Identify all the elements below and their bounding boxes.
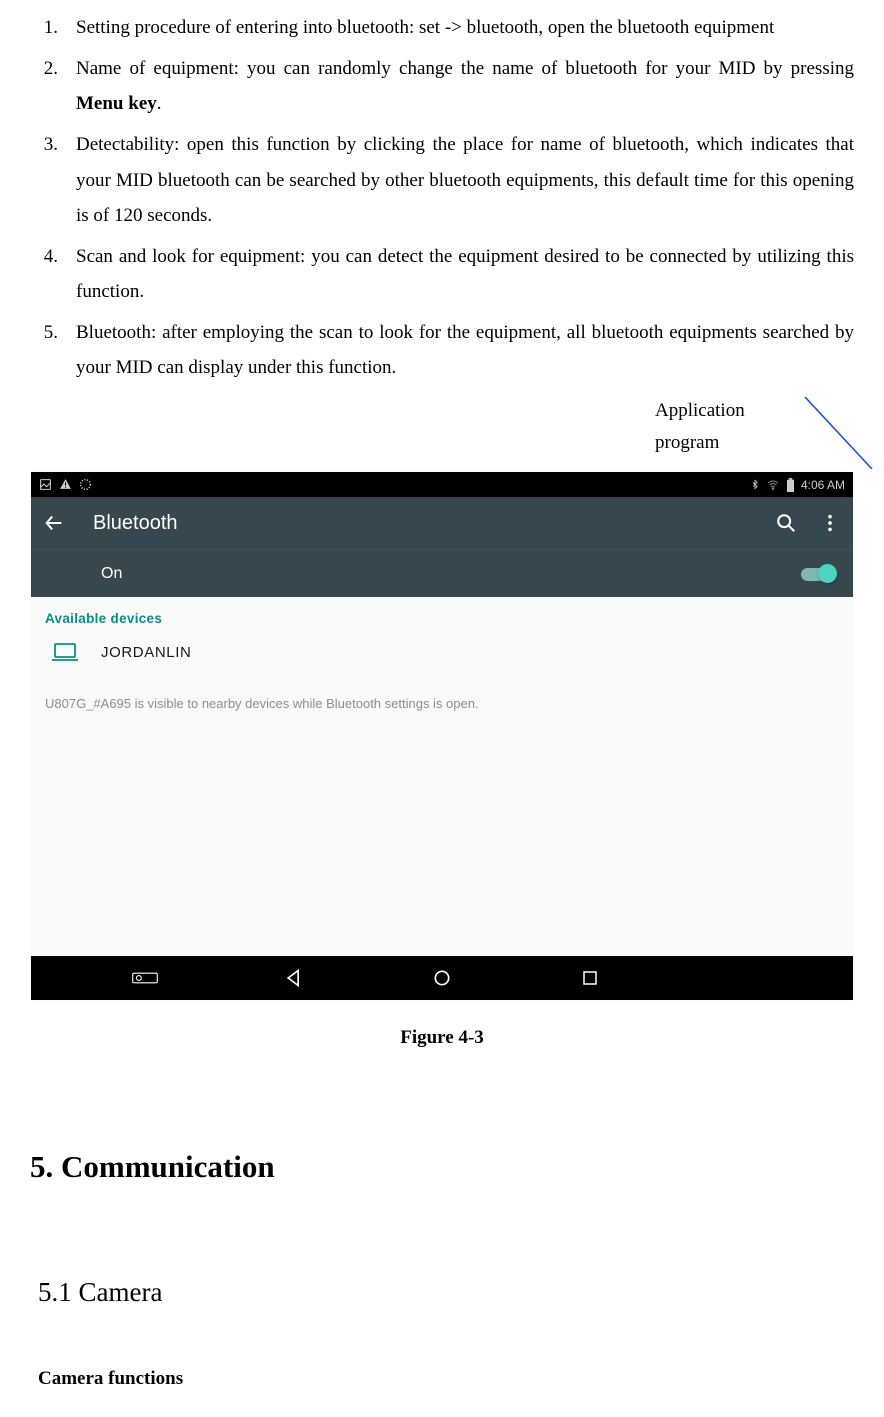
overflow-menu-icon[interactable] (819, 512, 841, 534)
list-item: 1. Setting procedure of entering into bl… (30, 10, 854, 45)
instruction-list: 1. Setting procedure of entering into bl… (30, 0, 854, 385)
bluetooth-small-icon (750, 478, 760, 491)
list-item: 5. Bluetooth: after employing the scan t… (30, 315, 854, 385)
bluetooth-screenshot: 4:06 AM Bluetooth On Available devices J… (30, 471, 854, 1001)
callout-text-line: program (655, 427, 745, 458)
visibility-info-text: U807G_#A695 is visible to nearby devices… (31, 676, 853, 731)
laptop-icon (51, 642, 79, 662)
list-number: 4. (36, 239, 76, 309)
list-text: Bluetooth: after employing the scan to l… (76, 315, 854, 385)
device-row[interactable]: JORDANLIN (31, 636, 853, 676)
list-number: 3. (36, 127, 76, 232)
text-part: . (157, 93, 162, 114)
settings-small-icon (79, 478, 92, 491)
list-item: 4. Scan and look for equipment: you can … (30, 239, 854, 309)
warning-icon (59, 478, 72, 491)
status-right: 4:06 AM (750, 478, 845, 492)
toolbar-title: Bluetooth (93, 512, 753, 535)
heading-camera-functions: Camera functions (38, 1368, 854, 1390)
list-text: Setting procedure of entering into bluet… (76, 10, 854, 45)
list-item: 3. Detectability: open this function by … (30, 127, 854, 232)
battery-icon (786, 478, 795, 492)
text-part: Name of equipment: you can randomly chan… (76, 58, 854, 79)
list-number: 5. (36, 315, 76, 385)
toggle-thumb (818, 564, 837, 583)
list-text: Name of equipment: you can randomly chan… (76, 51, 854, 121)
list-item: 2. Name of equipment: you can randomly c… (30, 51, 854, 121)
back-nav-icon[interactable] (281, 965, 307, 991)
callout-area: Application program (30, 391, 854, 471)
bluetooth-on-row[interactable]: On (31, 549, 853, 597)
list-text: Detectability: open this function by cli… (76, 127, 854, 232)
list-number: 1. (36, 10, 76, 45)
device-name: JORDANLIN (101, 644, 191, 661)
image-icon (39, 478, 52, 491)
back-icon[interactable] (43, 512, 65, 534)
recent-nav-icon[interactable] (577, 965, 603, 991)
callout-text-line: Application (655, 395, 745, 426)
heading-camera: 5.1 Camera (38, 1277, 854, 1308)
android-status-bar: 4:06 AM (31, 472, 853, 497)
on-label: On (101, 565, 122, 583)
clock-text: 4:06 AM (801, 478, 845, 492)
callout-arrow (800, 397, 880, 469)
bluetooth-toggle[interactable] (801, 564, 839, 584)
home-nav-icon[interactable] (429, 965, 455, 991)
heading-communication: 5. Communication (30, 1149, 854, 1185)
screenshot-nav-icon[interactable] (132, 965, 158, 991)
list-number: 2. (36, 51, 76, 121)
settings-toolbar: Bluetooth (31, 497, 853, 549)
wifi-icon (766, 479, 780, 491)
status-left (39, 478, 92, 491)
figure-caption: Figure 4-3 (30, 1027, 854, 1049)
bold-text: Menu key (76, 93, 157, 114)
search-icon[interactable] (775, 512, 797, 534)
available-devices-header: Available devices (31, 597, 853, 636)
android-nav-bar (31, 956, 853, 1000)
callout-label: Application program (655, 395, 745, 458)
list-text: Scan and look for equipment: you can det… (76, 239, 854, 309)
